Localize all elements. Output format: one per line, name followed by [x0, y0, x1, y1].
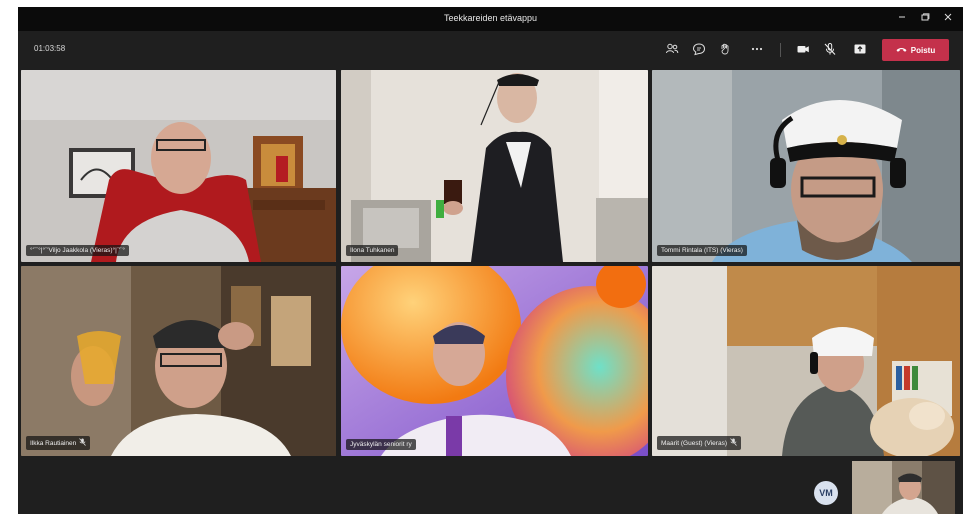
- leave-label: Poistu: [910, 45, 936, 55]
- phone-icon: [896, 46, 907, 55]
- participant-name: Jyväskylän seniorit ry: [346, 439, 416, 450]
- share-icon[interactable]: [849, 39, 871, 59]
- video-tile-4[interactable]: Ilkka Rautiainen: [21, 266, 336, 456]
- more-icon[interactable]: [746, 39, 768, 59]
- mic-off-icon[interactable]: [819, 39, 841, 59]
- video-tile-1[interactable]: °'¨¨°|°¨'Viljo Jaakkola (Vieras)°|¨'¨°: [21, 70, 336, 262]
- video-frame: [341, 266, 648, 456]
- video-frame: [21, 70, 336, 262]
- video-frame: [21, 266, 336, 456]
- window-title: Teekkareiden etävappu: [443, 13, 538, 23]
- participant-name-label: Maarit (Guest) (Vieras): [661, 439, 727, 447]
- title-bar: Teekkareiden etävappu: [18, 7, 963, 31]
- self-video-frame: [852, 461, 955, 514]
- video-frame: [652, 70, 960, 262]
- leave-button[interactable]: Poistu: [882, 39, 949, 61]
- mic-muted-icon: [79, 438, 87, 448]
- participant-name-label: °'¨¨°|°¨'Viljo Jaakkola (Vieras)°|¨'¨°: [30, 247, 125, 254]
- avatar-initials: VM: [819, 488, 833, 498]
- participants-icon[interactable]: [661, 39, 683, 59]
- chat-icon[interactable]: [688, 39, 710, 59]
- teams-window: Teekkareiden etävappu 01:03:58 Poistu °'…: [18, 7, 963, 514]
- participant-name: °'¨¨°|°¨'Viljo Jaakkola (Vieras)°|¨'¨°: [26, 245, 129, 256]
- video-tile-3[interactable]: Tommi Rintala (ITS) (Vieras): [652, 70, 960, 262]
- participant-name: Tommi Rintala (ITS) (Vieras): [657, 245, 747, 256]
- video-frame: [652, 266, 960, 456]
- reactions-icon[interactable]: [715, 39, 737, 59]
- participant-name: Ilkka Rautiainen: [26, 436, 91, 450]
- video-tile-6[interactable]: Maarit (Guest) (Vieras): [652, 266, 960, 456]
- toolbar-separator: [780, 43, 781, 57]
- participant-name-label: Jyväskylän seniorit ry: [350, 441, 412, 448]
- mic-muted-icon: [730, 438, 737, 448]
- participant-name-label: Tommi Rintala (ITS) (Vieras): [661, 247, 743, 254]
- meeting-toolbar: 01:03:58 Poistu: [18, 31, 963, 67]
- minimize-icon[interactable]: [892, 10, 912, 28]
- participant-name: Maarit (Guest) (Vieras): [657, 436, 741, 450]
- maximize-icon[interactable]: [915, 10, 935, 28]
- close-icon[interactable]: [938, 10, 958, 28]
- participant-name-label: Ilkka Rautiainen: [30, 439, 77, 447]
- participant-name-label: Ilona Tuhkanen: [350, 247, 395, 254]
- avatar[interactable]: VM: [814, 481, 838, 505]
- self-view[interactable]: [852, 461, 955, 514]
- participant-name: Ilona Tuhkanen: [346, 245, 399, 256]
- video-frame: [341, 70, 648, 262]
- meeting-timer: 01:03:58: [34, 44, 66, 53]
- camera-icon[interactable]: [792, 39, 814, 59]
- video-tile-2[interactable]: Ilona Tuhkanen: [341, 70, 648, 262]
- video-tile-5[interactable]: Jyväskylän seniorit ry: [341, 266, 648, 456]
